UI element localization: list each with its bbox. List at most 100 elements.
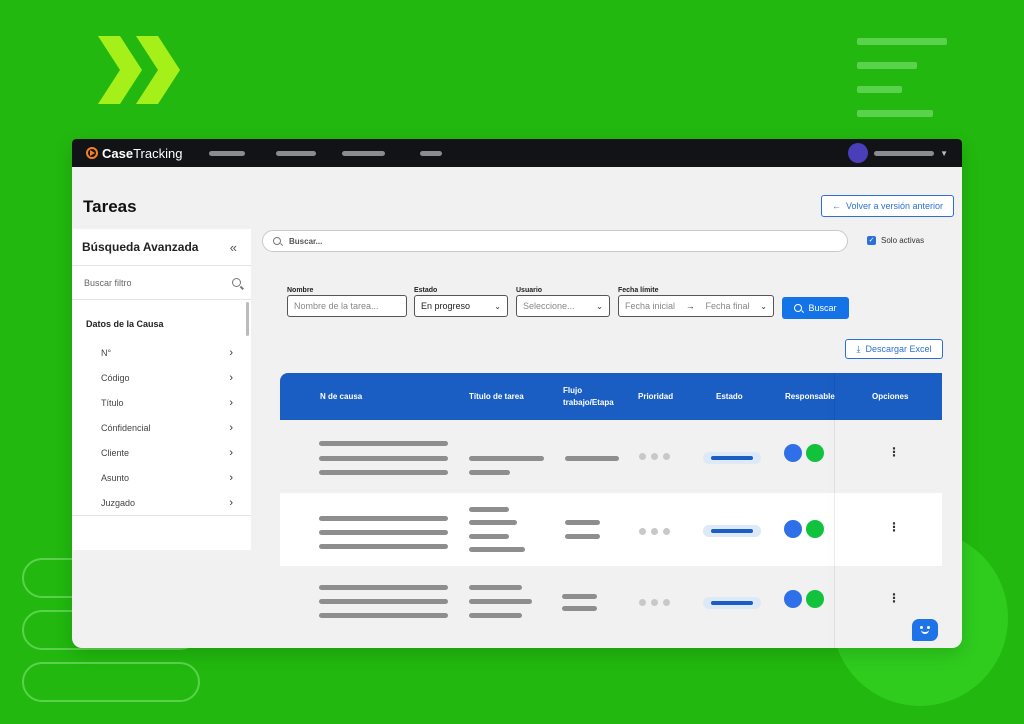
nombre-field[interactable]: Nombre de la tarea... [287, 295, 407, 317]
collapse-icon[interactable]: « [230, 240, 237, 255]
causa-placeholder [319, 516, 448, 521]
filter-search-placeholder: Buscar filtro [84, 277, 132, 288]
sidebar-item-label: Juzgado [101, 497, 136, 508]
page-title: Tareas [83, 197, 137, 216]
more-options-icon[interactable]: ⋮ [888, 446, 900, 458]
filter-estado: Estado En progreso ⌄ [414, 287, 508, 317]
download-excel-label: Descargar Excel [865, 344, 932, 354]
more-options-icon[interactable]: ⋮ [888, 521, 900, 533]
responsable-avatar[interactable] [784, 520, 802, 538]
sidebar-item-label: N° [101, 347, 112, 358]
status-badge [703, 597, 761, 609]
sidebar-section-title: Datos de la Causa [86, 319, 164, 329]
filter-label: Estado [414, 287, 438, 294]
sidebar-title: Búsqueda Avanzada [82, 240, 199, 254]
nav-item[interactable] [342, 151, 385, 156]
filter-label: Nombre [287, 287, 314, 294]
fecha-final: Fecha final [705, 301, 750, 311]
column-header-opciones: Opciones [872, 391, 909, 401]
chevrons-logo-decoration [98, 36, 180, 104]
arrow-right-icon: → [685, 301, 695, 311]
solo-activas-checkbox[interactable]: ✓ Solo activas [867, 236, 924, 245]
status-badge [703, 525, 761, 537]
chevron-down-icon: ⌄ [494, 301, 501, 311]
responsable-avatar[interactable] [806, 444, 824, 462]
app-window: CaseTracking ▼ Tareas ← Volver a versión… [72, 139, 962, 648]
filter-label: Fecha límite [618, 287, 659, 294]
sidebar-header: Búsqueda Avanzada « [72, 229, 251, 266]
filter-label: Usuario [516, 287, 543, 294]
usuario-placeholder: Seleccione... [523, 301, 575, 311]
checkbox-checked-icon: ✓ [867, 236, 876, 245]
column-header-causa[interactable]: N de causa [320, 373, 362, 420]
column-header-flujo[interactable]: Flujo trabajo/Etapa [563, 373, 623, 420]
estado-select[interactable]: En progreso ⌄ [414, 295, 508, 317]
tasks-table: N de causa Título de tarea Flujo trabajo… [280, 373, 942, 639]
table-row[interactable]: ⋮ [280, 420, 942, 493]
causa-placeholder [319, 456, 448, 461]
responsable-avatar[interactable] [784, 444, 802, 462]
sidebar-item-label: Cónfidencial [101, 422, 151, 433]
priority-dots [639, 453, 670, 460]
sidebar-item-titulo[interactable]: Título › [72, 390, 251, 415]
flujo-placeholder [565, 456, 619, 461]
search-icon [232, 278, 241, 287]
nav-item[interactable] [276, 151, 316, 156]
more-options-icon[interactable]: ⋮ [888, 592, 900, 604]
chevron-right-icon: › [229, 396, 233, 409]
download-excel-button[interactable]: ⤓ Descargar Excel [845, 339, 943, 359]
search-input[interactable]: Buscar... [262, 230, 848, 252]
titulo-placeholder [469, 547, 525, 552]
search-icon [794, 304, 803, 312]
chevron-right-icon: › [229, 446, 233, 459]
brand-rest: Tracking [133, 145, 183, 161]
sidebar-item-confidencial[interactable]: Cónfidencial › [72, 415, 251, 440]
causa-placeholder [319, 613, 448, 618]
nav-item[interactable] [209, 151, 245, 156]
column-header-prioridad[interactable]: Prioridad [638, 373, 673, 420]
column-header-responsable[interactable]: Responsable [785, 373, 835, 420]
brand-logo[interactable]: CaseTracking [86, 146, 182, 161]
column-header-estado[interactable]: Estado [716, 373, 743, 420]
sidebar-item-cliente[interactable]: Cliente › [72, 440, 251, 465]
causa-placeholder [319, 530, 448, 535]
user-name-placeholder [874, 150, 935, 156]
table-row[interactable]: ⋮ [280, 566, 942, 639]
nav-item[interactable] [420, 151, 442, 156]
download-icon: ⤓ [856, 343, 861, 354]
status-badge [703, 452, 761, 464]
chat-bot-button[interactable] [912, 619, 938, 641]
sidebar-item-label: Asunto [101, 472, 130, 483]
sidebar-item-label: Código [101, 372, 130, 383]
column-header-titulo[interactable]: Título de tarea [469, 373, 524, 420]
titulo-placeholder [469, 520, 517, 525]
user-menu[interactable]: ▼ [848, 143, 948, 163]
chevron-down-icon: ⌄ [760, 301, 767, 311]
table-row[interactable]: ⋮ [280, 493, 942, 566]
top-navbar: CaseTracking ▼ [72, 139, 962, 167]
sidebar-item-asunto[interactable]: Asunto › [72, 465, 251, 490]
filter-nombre: Nombre Nombre de la tarea... [287, 287, 407, 317]
responsable-avatar[interactable] [806, 590, 824, 608]
fecha-range-field[interactable]: Fecha inicial → Fecha final ⌄ [618, 295, 774, 317]
search-placeholder: Buscar... [289, 236, 323, 246]
caret-down-icon: ▼ [940, 148, 948, 158]
sidebar-scrollbar[interactable] [246, 302, 249, 336]
usuario-select[interactable]: Seleccione... ⌄ [516, 295, 610, 317]
brand-bold: Case [102, 145, 134, 161]
sidebar-item-numero[interactable]: N° › [72, 340, 251, 365]
responsable-avatar[interactable] [784, 590, 802, 608]
sidebar-item-juzgado[interactable]: Juzgado › [72, 490, 251, 515]
filter-search-input[interactable]: Buscar filtro [72, 266, 251, 300]
estado-value: En progreso [421, 301, 471, 311]
causa-placeholder [319, 441, 448, 446]
nombre-placeholder: Nombre de la tarea... [294, 301, 379, 311]
sidebar-divider [72, 515, 251, 516]
solo-activas-label: Solo activas [881, 236, 925, 245]
responsable-avatar[interactable] [806, 520, 824, 538]
flujo-placeholder [565, 534, 600, 539]
sidebar-item-codigo[interactable]: Código › [72, 365, 251, 390]
buscar-button[interactable]: Buscar [782, 297, 849, 319]
sidebar-item-label: Cliente [101, 447, 130, 458]
back-version-button[interactable]: ← Volver a versión anterior [820, 195, 954, 217]
